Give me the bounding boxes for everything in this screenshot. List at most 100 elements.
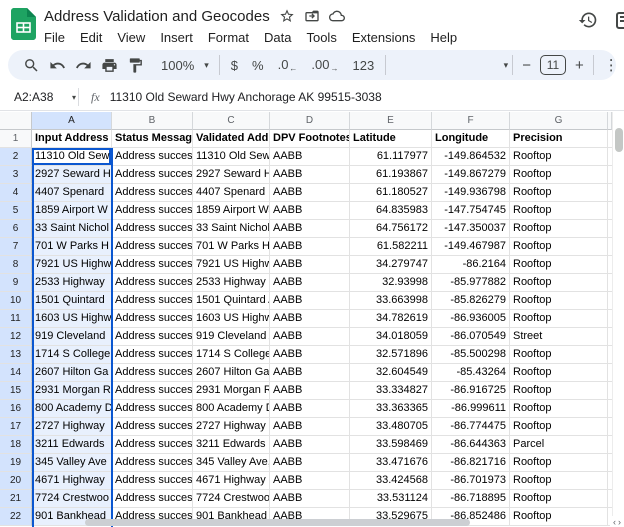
cell[interactable]: 33.424568	[350, 472, 432, 490]
document-title[interactable]: Address Validation and Geocodes	[44, 8, 270, 25]
cell[interactable]: 7724 Crestwood	[193, 490, 270, 508]
menu-insert[interactable]: Insert	[160, 30, 193, 45]
menu-data[interactable]: Data	[264, 30, 291, 45]
cell[interactable]: 2533 Highway 2	[193, 274, 270, 292]
cell[interactable]: Rooftop	[510, 454, 608, 472]
cell[interactable]: Rooftop	[510, 202, 608, 220]
cell[interactable]: 4671 Highway 28	[193, 472, 270, 490]
row-number[interactable]: 16	[0, 400, 32, 418]
cell[interactable]: 34.018059	[350, 328, 432, 346]
cell[interactable]: 33.480705	[350, 418, 432, 436]
cell[interactable]: -85.43264	[432, 364, 510, 382]
cell[interactable]: Rooftop	[510, 256, 608, 274]
undo-icon[interactable]	[44, 53, 70, 77]
menu-view[interactable]: View	[117, 30, 145, 45]
cell[interactable]: 33.471676	[350, 454, 432, 472]
cell[interactable]: 2931 Morgan R	[32, 382, 112, 400]
font-selector[interactable]: ▾	[390, 60, 508, 71]
row-number[interactable]: 14	[0, 364, 32, 382]
cell[interactable]: Address success	[112, 436, 193, 454]
cell[interactable]: -86.718895	[432, 490, 510, 508]
zoom-selector[interactable]: 100% ▾	[148, 58, 215, 73]
vertical-scrollbar-thumb[interactable]	[615, 128, 623, 152]
partial-panel-icon[interactable]	[616, 12, 624, 29]
name-box[interactable]: A2:A38	[0, 90, 62, 104]
cell[interactable]: Rooftop	[510, 508, 608, 526]
cell[interactable]: AABB	[270, 166, 350, 184]
header-cell[interactable]: Validated Address	[193, 130, 270, 148]
cell[interactable]: -86.999611	[432, 400, 510, 418]
column-header-g[interactable]: G	[510, 112, 608, 130]
column-header-e[interactable]: E	[350, 112, 432, 130]
cell[interactable]: 2931 Morgan Rd	[193, 382, 270, 400]
cell[interactable]: 7724 Crestwoo	[32, 490, 112, 508]
cell[interactable]: Parcel	[510, 436, 608, 454]
cell[interactable]: Address success	[112, 382, 193, 400]
cell[interactable]: 61.180527	[350, 184, 432, 202]
cell[interactable]: 2607 Hilton Ga	[32, 364, 112, 382]
row-number[interactable]: 21	[0, 490, 32, 508]
cell[interactable]: AABB	[270, 328, 350, 346]
cell[interactable]: Address success	[112, 490, 193, 508]
cell[interactable]: 1603 US Highwa	[193, 310, 270, 328]
cell[interactable]: Rooftop	[510, 418, 608, 436]
cell[interactable]: 33 Saint Nichol	[32, 220, 112, 238]
increase-decimal-button[interactable]: .00→	[304, 57, 345, 73]
column-header-b[interactable]: B	[112, 112, 193, 130]
row-number[interactable]: 8	[0, 256, 32, 274]
cell[interactable]: AABB	[270, 436, 350, 454]
cell[interactable]: 64.756172	[350, 220, 432, 238]
cell[interactable]: Rooftop	[510, 184, 608, 202]
row-number[interactable]: 2	[0, 148, 32, 166]
percent-format-button[interactable]: %	[245, 58, 271, 73]
cell[interactable]: 33.663998	[350, 292, 432, 310]
cell[interactable]: AABB	[270, 400, 350, 418]
cell[interactable]: 2727 Highway 28	[193, 418, 270, 436]
cell[interactable]: AABB	[270, 472, 350, 490]
cell[interactable]: -149.864532	[432, 148, 510, 166]
cell[interactable]: 701 W Parks Hw	[193, 238, 270, 256]
cell[interactable]: 33.598469	[350, 436, 432, 454]
cell[interactable]: 2927 Seward Hw	[193, 166, 270, 184]
cell[interactable]: 33.334827	[350, 382, 432, 400]
print-icon[interactable]	[96, 53, 122, 77]
increase-font-size-button[interactable]: +	[570, 57, 589, 74]
menu-tools[interactable]: Tools	[306, 30, 336, 45]
column-header-f[interactable]: F	[432, 112, 510, 130]
cell[interactable]: AABB	[270, 382, 350, 400]
cell[interactable]: 64.835983	[350, 202, 432, 220]
cell[interactable]: AABB	[270, 274, 350, 292]
cell[interactable]: AABB	[270, 310, 350, 328]
cell[interactable]: 3211 Edwards La	[193, 436, 270, 454]
menu-help[interactable]: Help	[430, 30, 457, 45]
cell[interactable]: Street	[510, 328, 608, 346]
row-number[interactable]: 10	[0, 292, 32, 310]
font-size-input[interactable]: 11	[540, 55, 566, 75]
cell[interactable]: 32.93998	[350, 274, 432, 292]
select-all-button[interactable]	[0, 112, 32, 130]
cell[interactable]: 61.193867	[350, 166, 432, 184]
cell[interactable]: Rooftop	[510, 346, 608, 364]
cell[interactable]: 33 Saint Nichola	[193, 220, 270, 238]
cell[interactable]: -147.754745	[432, 202, 510, 220]
cell[interactable]: -86.2164	[432, 256, 510, 274]
row-number[interactable]: 11	[0, 310, 32, 328]
cell[interactable]: 7921 US Highw	[32, 256, 112, 274]
formula-input[interactable]: 11310 Old Seward Hwy Anchorage AK 99515-…	[110, 90, 382, 104]
cell[interactable]: 7921 US Highwa	[193, 256, 270, 274]
header-cell[interactable]: Status Message	[112, 130, 193, 148]
cell[interactable]: Address success	[112, 364, 193, 382]
version-history-icon[interactable]	[578, 10, 598, 30]
cell[interactable]: -85.500298	[432, 346, 510, 364]
cell[interactable]: 11310 Old Sew	[32, 148, 112, 166]
cell[interactable]: Address success	[112, 274, 193, 292]
row-number[interactable]: 13	[0, 346, 32, 364]
cell[interactable]: 919 Cleveland A	[193, 328, 270, 346]
cell[interactable]: Address success	[112, 256, 193, 274]
cell[interactable]: Address success	[112, 220, 193, 238]
column-header-c[interactable]: C	[193, 112, 270, 130]
cell[interactable]: 1859 Airport W	[32, 202, 112, 220]
header-cell[interactable]: Longitude	[432, 130, 510, 148]
row-number[interactable]: 1	[0, 130, 32, 148]
cell[interactable]: Rooftop	[510, 364, 608, 382]
